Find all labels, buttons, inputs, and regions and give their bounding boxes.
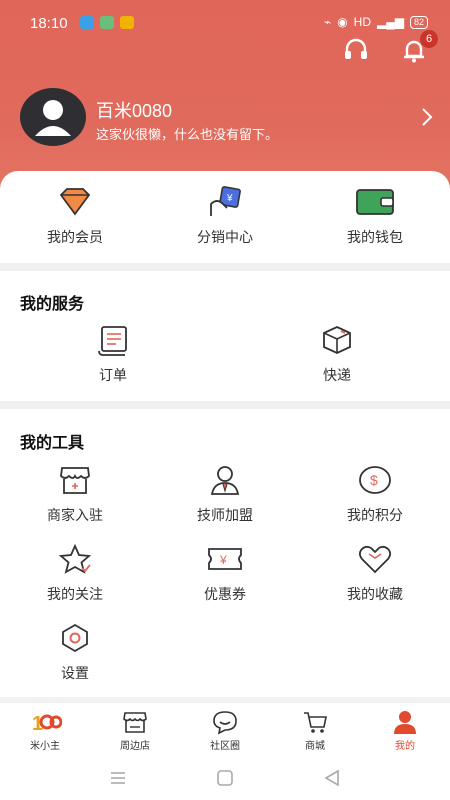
merchant-join-button[interactable]: 商家入驻 bbox=[0, 463, 150, 525]
chat-icon bbox=[212, 709, 238, 735]
diamond-icon bbox=[55, 185, 95, 219]
header-actions: 6 bbox=[342, 30, 438, 64]
avatar[interactable] bbox=[20, 88, 86, 146]
coupon-label: 优惠券 bbox=[204, 586, 246, 602]
notification-badge: 6 bbox=[420, 30, 438, 48]
tab-mine[interactable]: 我的 bbox=[360, 709, 450, 752]
profile-icon bbox=[392, 709, 418, 735]
tab-home[interactable]: 1 米小主 bbox=[0, 709, 90, 752]
points-icon: $ bbox=[355, 463, 395, 497]
location-icon: ◉ bbox=[337, 15, 348, 29]
settings-button[interactable]: 设置 bbox=[0, 621, 150, 683]
back-icon[interactable] bbox=[322, 769, 342, 787]
technician-icon bbox=[205, 463, 245, 497]
tools-title: 我的工具 bbox=[20, 435, 85, 452]
technician-join-label: 技师加盟 bbox=[197, 507, 253, 523]
tab-community[interactable]: 社区圈 bbox=[180, 709, 270, 752]
settings-label: 设置 bbox=[61, 665, 89, 681]
order-icon bbox=[93, 323, 133, 357]
headset-icon[interactable] bbox=[342, 36, 370, 64]
profile-row[interactable]: 百米0080 这家伙很懒，什么也没有留下。 bbox=[20, 88, 440, 148]
coupon-icon: ¥ bbox=[205, 542, 245, 576]
technician-join-button[interactable]: 技师加盟 bbox=[150, 463, 300, 525]
package-icon bbox=[317, 323, 357, 357]
services-section: 我的服务 订单 快递 bbox=[0, 271, 450, 401]
app-notification-icon bbox=[80, 16, 94, 29]
wallet-label: 我的钱包 bbox=[347, 229, 403, 245]
heart-icon bbox=[355, 542, 395, 576]
svg-text:¥: ¥ bbox=[226, 193, 233, 204]
system-navigation-bar bbox=[0, 757, 450, 800]
wallet-button[interactable]: 我的钱包 bbox=[300, 185, 450, 247]
bell-icon[interactable]: 6 bbox=[400, 30, 438, 64]
settings-icon bbox=[55, 621, 95, 655]
divider bbox=[0, 263, 450, 271]
store-icon bbox=[122, 709, 148, 735]
bottom-tab-bar: 1 米小主 周边店 社区圈 商城 我的 bbox=[0, 702, 450, 757]
svg-text:$: $ bbox=[370, 472, 378, 488]
order-label: 订单 bbox=[99, 367, 127, 383]
signal-icon: ⌁ bbox=[323, 15, 332, 29]
profile-header: 18:10 ⌁ ◉ HD ▂▄▆ 82 6 百米0080 这家伙很懒，什么也没有… bbox=[0, 0, 450, 200]
divider bbox=[0, 401, 450, 409]
cellular-icon: ▂▄▆ bbox=[377, 15, 404, 29]
cart-icon bbox=[302, 709, 328, 735]
services-title: 我的服务 bbox=[20, 296, 85, 313]
follow-button[interactable]: 我的关注 bbox=[0, 542, 150, 604]
menu-icon[interactable] bbox=[108, 769, 128, 787]
wallet-icon bbox=[355, 185, 395, 219]
distribution-button[interactable]: ¥ 分销中心 bbox=[150, 185, 300, 247]
express-button[interactable]: 快递 bbox=[262, 323, 412, 385]
shop-icon bbox=[55, 463, 95, 497]
tab-label: 商城 bbox=[305, 741, 325, 752]
chevron-right-icon[interactable] bbox=[420, 106, 434, 133]
home-icon: 1 bbox=[32, 709, 63, 735]
tab-nearby-store[interactable]: 周边店 bbox=[90, 709, 180, 752]
svg-text:¥: ¥ bbox=[219, 553, 227, 567]
member-button[interactable]: 我的会员 bbox=[0, 185, 150, 247]
status-app-icons bbox=[80, 16, 134, 29]
tools-section: 我的工具 商家入驻 技师加盟 $ 我的积分 我的关注 ¥ 优惠券 我的收藏 设置 bbox=[0, 409, 450, 697]
tab-label: 我的 bbox=[395, 741, 415, 752]
favorites-label: 我的收藏 bbox=[347, 586, 403, 602]
username: 百米0080 bbox=[96, 101, 173, 121]
status-indicators: ⌁ ◉ HD ▂▄▆ 82 bbox=[324, 15, 428, 29]
express-label: 快递 bbox=[323, 367, 351, 383]
network-label: HD bbox=[353, 15, 372, 29]
favorites-button[interactable]: 我的收藏 bbox=[300, 542, 450, 604]
account-actions-card: 我的会员 ¥ 分销中心 我的钱包 bbox=[0, 171, 450, 263]
follow-label: 我的关注 bbox=[47, 586, 103, 602]
status-time: 18:10 bbox=[30, 15, 68, 32]
member-label: 我的会员 bbox=[47, 229, 103, 245]
home-nav-icon[interactable] bbox=[215, 769, 235, 787]
distribution-label: 分销中心 bbox=[197, 229, 253, 245]
battery-icon: 82 bbox=[409, 15, 428, 29]
points-button[interactable]: $ 我的积分 bbox=[300, 463, 450, 525]
star-icon bbox=[55, 542, 95, 576]
order-button[interactable]: 订单 bbox=[38, 323, 188, 385]
tab-label: 社区圈 bbox=[210, 741, 240, 752]
tab-mall[interactable]: 商城 bbox=[270, 709, 360, 752]
coupon-button[interactable]: ¥ 优惠券 bbox=[150, 542, 300, 604]
app-notification-icon bbox=[120, 16, 134, 29]
app-notification-icon bbox=[100, 16, 114, 29]
tab-label: 周边店 bbox=[120, 741, 150, 752]
user-bio: 这家伙很懒，什么也没有留下。 bbox=[96, 127, 279, 142]
merchant-join-label: 商家入驻 bbox=[47, 507, 103, 523]
tab-label: 米小主 bbox=[30, 741, 60, 752]
points-label: 我的积分 bbox=[347, 507, 403, 523]
distribution-icon: ¥ bbox=[205, 185, 245, 219]
